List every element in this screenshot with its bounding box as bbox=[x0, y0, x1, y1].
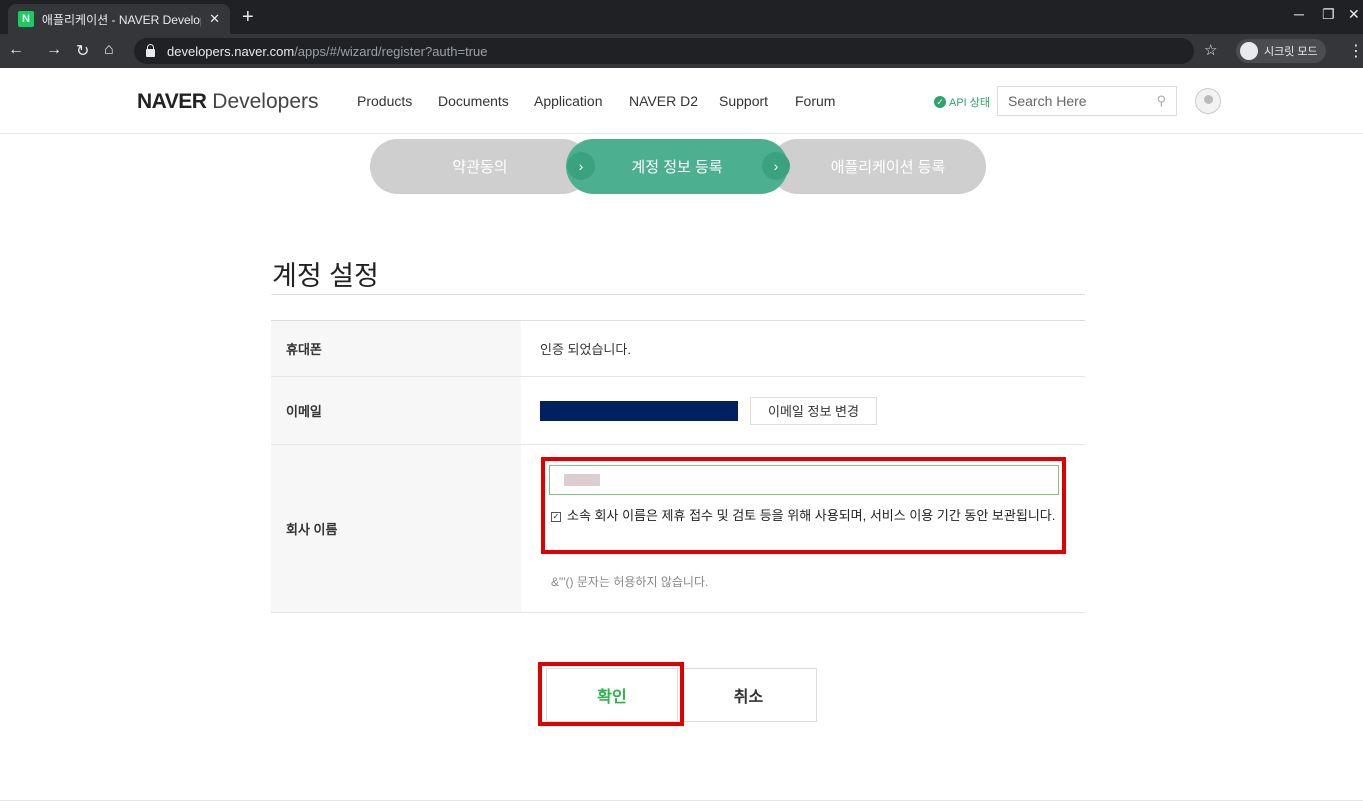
browser-menu-icon[interactable]: ⋮ bbox=[1348, 41, 1363, 61]
url-field[interactable]: developers.naver.com/apps/#/wizard/regis… bbox=[134, 38, 1194, 64]
forward-icon[interactable]: → bbox=[46, 41, 62, 59]
naver-favicon-icon: N bbox=[18, 11, 34, 27]
title-divider bbox=[271, 294, 1085, 295]
nav-forum[interactable]: Forum bbox=[795, 93, 835, 109]
step-app-register: 애플리케이션 등록 bbox=[770, 139, 986, 194]
change-email-button[interactable]: 이메일 정보 변경 bbox=[750, 396, 877, 425]
tab-close-icon[interactable]: ✕ bbox=[209, 11, 220, 27]
email-redacted bbox=[540, 400, 738, 421]
cancel-button[interactable]: 취소 bbox=[680, 668, 817, 722]
new-tab-icon[interactable]: + bbox=[242, 6, 254, 29]
phone-row: 휴대폰 인증 되었습니다. bbox=[271, 321, 1085, 377]
api-status-link[interactable]: ✓ API 상태 bbox=[934, 94, 990, 110]
company-name-input[interactable] bbox=[549, 465, 1059, 495]
search-input[interactable]: Search Here ⚲ bbox=[997, 86, 1177, 116]
bookmark-star-icon[interactable]: ☆ bbox=[1204, 41, 1217, 59]
phone-value: 인증 되었습니다. bbox=[540, 342, 631, 357]
minimize-icon[interactable]: ─ bbox=[1294, 6, 1304, 22]
step-terms: 약관동의 bbox=[370, 139, 590, 194]
footer-divider bbox=[0, 800, 1363, 801]
step-arrow-icon: › bbox=[762, 152, 790, 180]
company-label: 회사 이름 bbox=[271, 445, 521, 612]
search-icon[interactable]: ⚲ bbox=[1156, 93, 1166, 109]
site-header: NAVER Developers Products Documents Appl… bbox=[0, 68, 1363, 134]
email-label: 이메일 bbox=[271, 377, 521, 444]
incognito-badge[interactable]: 시크릿 모드 bbox=[1236, 39, 1326, 63]
company-row: 회사 이름 ✓ 소속 회사 이름은 제휴 접수 및 검토 등을 위해 사용되며, … bbox=[271, 445, 1085, 613]
tab-title: 애플리케이션 - NAVER Develop bbox=[41, 12, 202, 27]
company-char-notice: &"'() 문자는 허용하지 않습니다. bbox=[551, 575, 709, 589]
browser-address-bar: ← → ↻ ⌂ developers.naver.com/apps/#/wiza… bbox=[0, 34, 1363, 68]
nav-naver-d2[interactable]: NAVER D2 bbox=[629, 93, 698, 109]
page-title: 계정 설정 bbox=[272, 261, 379, 291]
check-circle-icon: ✓ bbox=[934, 96, 946, 108]
account-form: 휴대폰 인증 되었습니다. 이메일 이메일 정보 변경 회사 이름 ✓ 소속 회사… bbox=[271, 320, 1085, 613]
incognito-icon bbox=[1240, 42, 1258, 60]
step-account-info: 계정 정보 등록 bbox=[566, 139, 788, 194]
naver-developers-logo[interactable]: NAVER Developers bbox=[137, 90, 319, 114]
nav-documents[interactable]: Documents bbox=[438, 93, 509, 109]
nav-support[interactable]: Support bbox=[719, 93, 768, 109]
company-name-redacted bbox=[564, 474, 600, 486]
reload-icon[interactable]: ↻ bbox=[76, 41, 89, 61]
lock-icon bbox=[146, 43, 155, 57]
company-consent-text: ✓ 소속 회사 이름은 제휴 접수 및 검토 등을 위해 사용되며, 서비스 이용… bbox=[551, 508, 1056, 523]
url-text: developers.naver.com/apps/#/wizard/regis… bbox=[167, 43, 488, 59]
user-avatar-icon[interactable] bbox=[1195, 88, 1221, 114]
browser-tab[interactable]: N 애플리케이션 - NAVER Develop ✕ bbox=[8, 4, 230, 34]
restore-icon[interactable]: ❐ bbox=[1322, 6, 1335, 23]
nav-application[interactable]: Application bbox=[534, 93, 603, 109]
confirm-button[interactable]: 확인 bbox=[546, 668, 678, 722]
consent-checkbox[interactable]: ✓ bbox=[551, 512, 561, 522]
phone-label: 휴대폰 bbox=[271, 321, 521, 376]
email-row: 이메일 이메일 정보 변경 bbox=[271, 377, 1085, 445]
browser-tab-bar: N 애플리케이션 - NAVER Develop ✕ + ─ ❐ ✕ bbox=[0, 0, 1363, 34]
home-icon[interactable]: ⌂ bbox=[104, 41, 114, 59]
step-arrow-icon: › bbox=[567, 152, 595, 180]
close-window-icon[interactable]: ✕ bbox=[1348, 6, 1360, 23]
nav-products[interactable]: Products bbox=[357, 93, 412, 109]
back-icon[interactable]: ← bbox=[8, 41, 24, 59]
